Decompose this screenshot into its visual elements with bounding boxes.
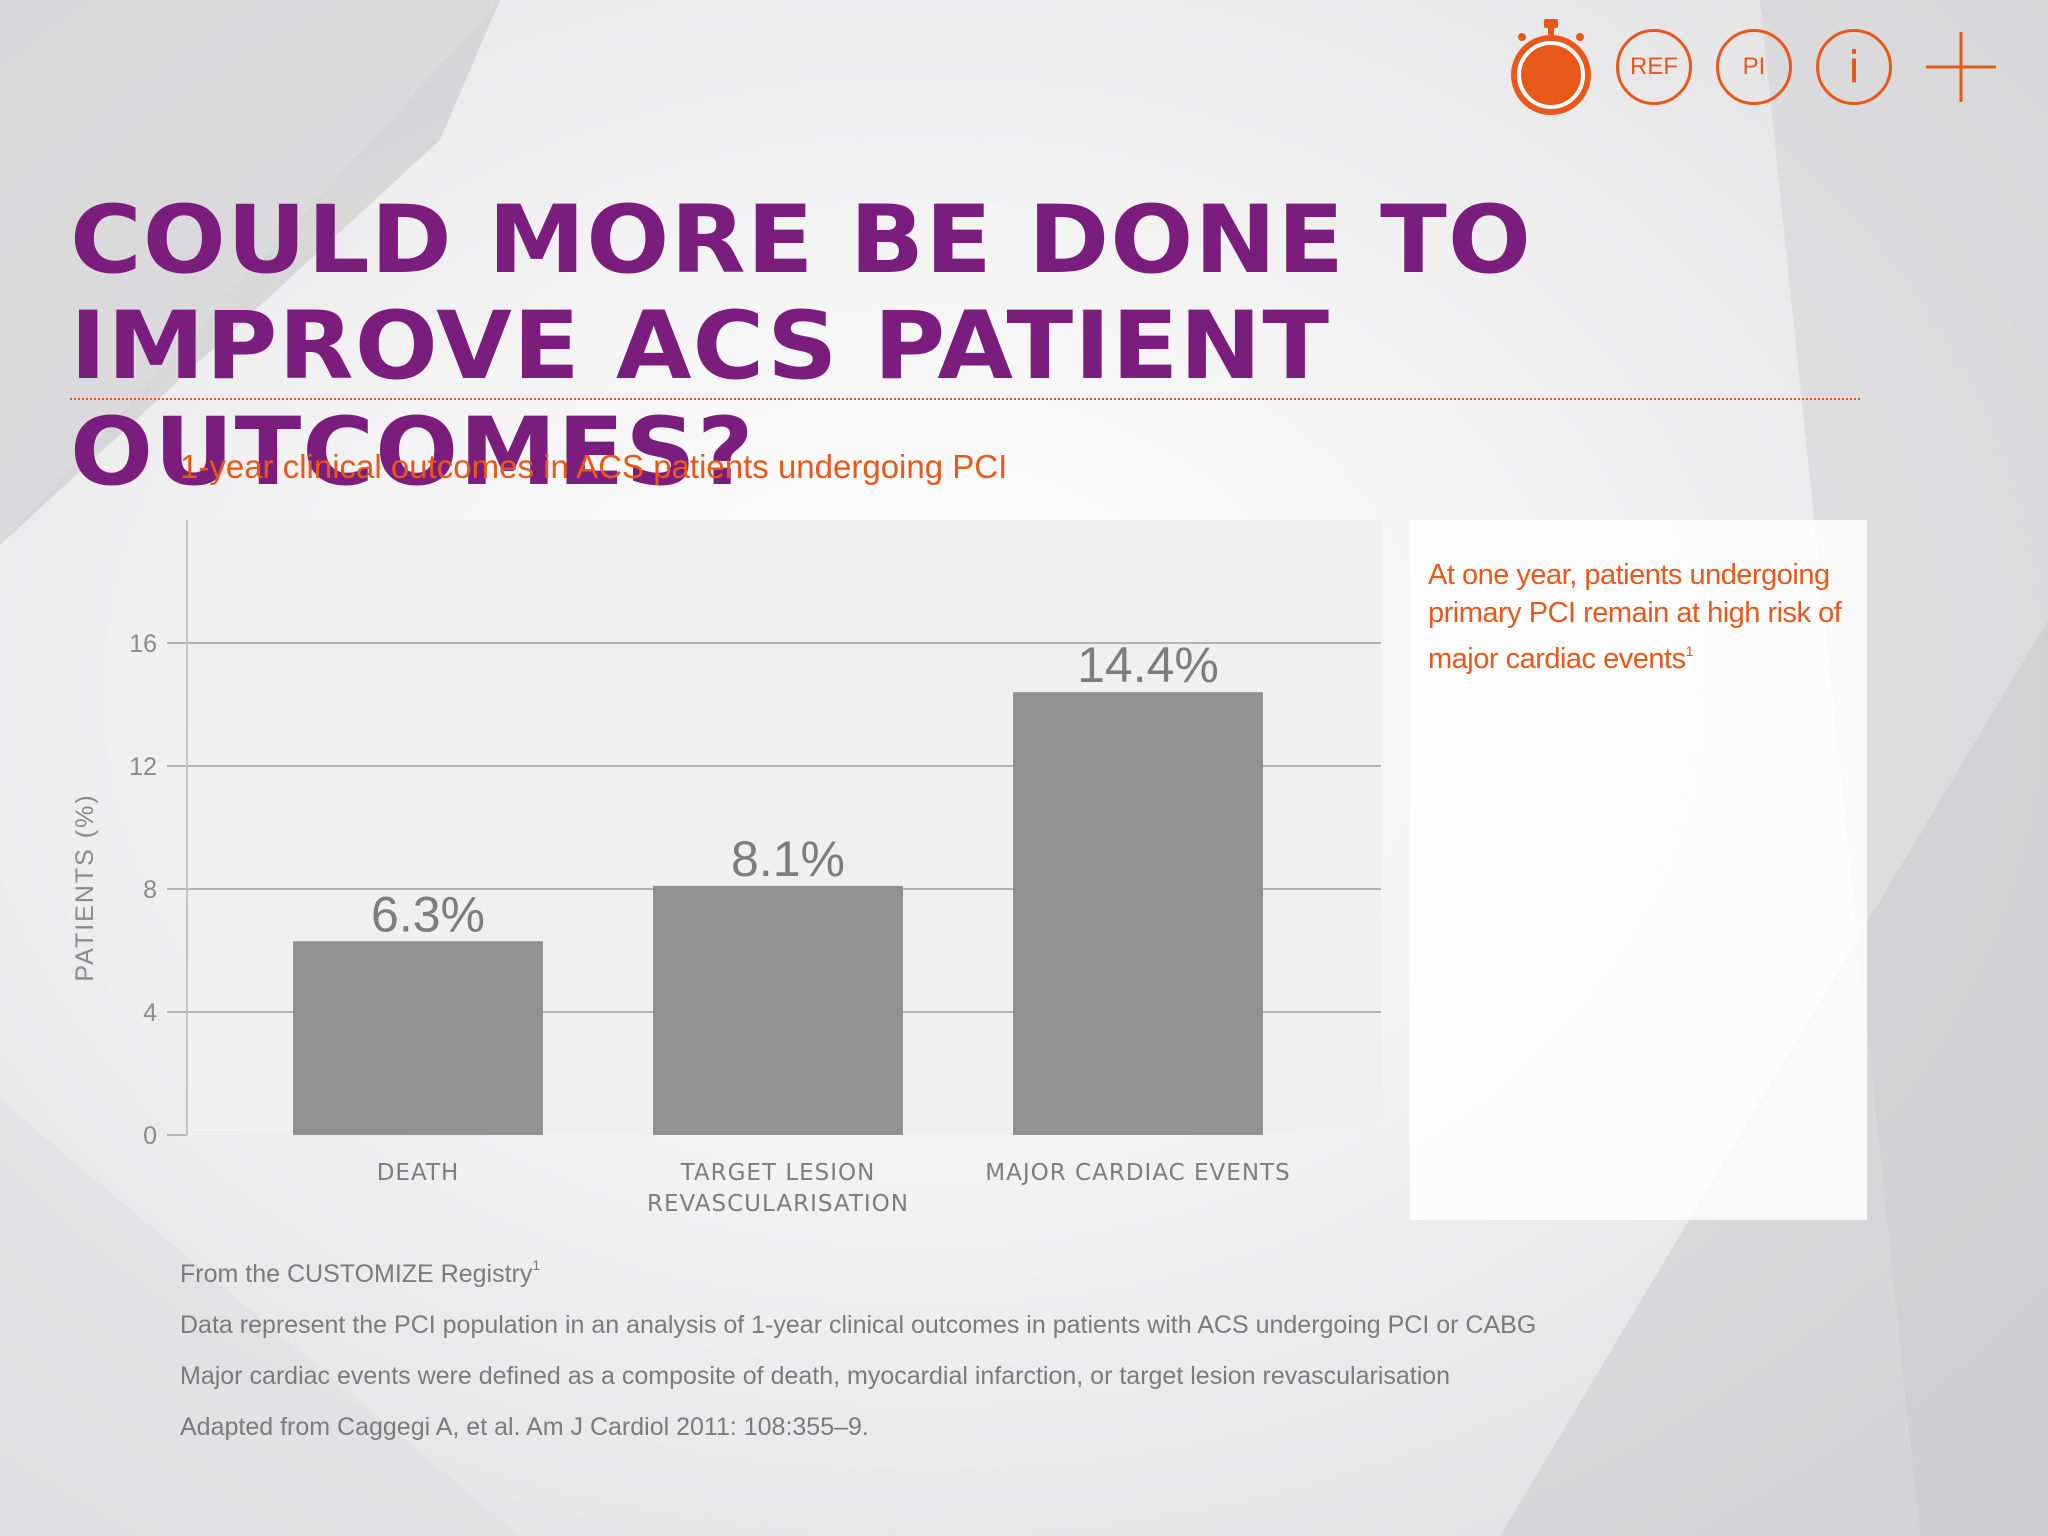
info-button[interactable]: i bbox=[1816, 29, 1892, 105]
bar bbox=[653, 885, 903, 1135]
footnotes: From the CUSTOMIZE Registry1 Data repres… bbox=[180, 1240, 1630, 1453]
callout-box: At one year, patients undergoing primary… bbox=[1410, 520, 1867, 1220]
y-tick-label: 12 bbox=[129, 753, 157, 781]
footnote-source-text: From the CUSTOMIZE Registry bbox=[180, 1260, 533, 1288]
footnote-population: Data represent the PCI population in an … bbox=[180, 1311, 1537, 1339]
bar bbox=[1013, 692, 1263, 1135]
ref-button[interactable]: REF bbox=[1616, 29, 1692, 105]
y-tick-label: 4 bbox=[143, 999, 157, 1027]
data-label: 6.3% bbox=[371, 886, 485, 942]
x-category-label: MAJOR CARDIAC EVENTS bbox=[985, 1160, 1290, 1186]
x-category-label: DEATH bbox=[377, 1160, 460, 1186]
plus-icon[interactable] bbox=[1924, 30, 1998, 104]
callout-text-body: At one year, patients undergoing primary… bbox=[1428, 559, 1842, 675]
callout-text: At one year, patients undergoing primary… bbox=[1428, 556, 1858, 678]
y-tick-label: 8 bbox=[143, 876, 157, 904]
callout-reference: 1 bbox=[1685, 643, 1694, 659]
footnote-definition: Major cardiac events were defined as a c… bbox=[180, 1362, 1451, 1390]
stopwatch-icon[interactable] bbox=[1508, 17, 1592, 117]
x-category-label: TARGET LESION bbox=[680, 1160, 876, 1186]
bar bbox=[293, 941, 543, 1135]
data-label: 8.1% bbox=[731, 831, 845, 887]
data-label: 14.4% bbox=[1077, 637, 1219, 693]
bar-chart: 0 4 8 12 16 PATIENTS (%) 6.3% DEATH 8.1% TARGET L… bbox=[71, 520, 1381, 1217]
pi-button[interactable]: PI bbox=[1716, 29, 1792, 105]
y-axis-label: PATIENTS (%) bbox=[71, 793, 99, 981]
footnote-source-reference: 1 bbox=[532, 1257, 541, 1273]
x-category-label: REVASCULARISATION bbox=[647, 1191, 909, 1217]
footnote-citation: Adapted from Caggegi A, et al. Am J Card… bbox=[180, 1413, 869, 1441]
footnote-source: From the CUSTOMIZE Registry1 bbox=[180, 1240, 1630, 1300]
y-tick-label: 0 bbox=[143, 1122, 157, 1150]
y-tick-label: 16 bbox=[129, 630, 157, 658]
toolbar: REF PI i bbox=[1508, 12, 1998, 122]
